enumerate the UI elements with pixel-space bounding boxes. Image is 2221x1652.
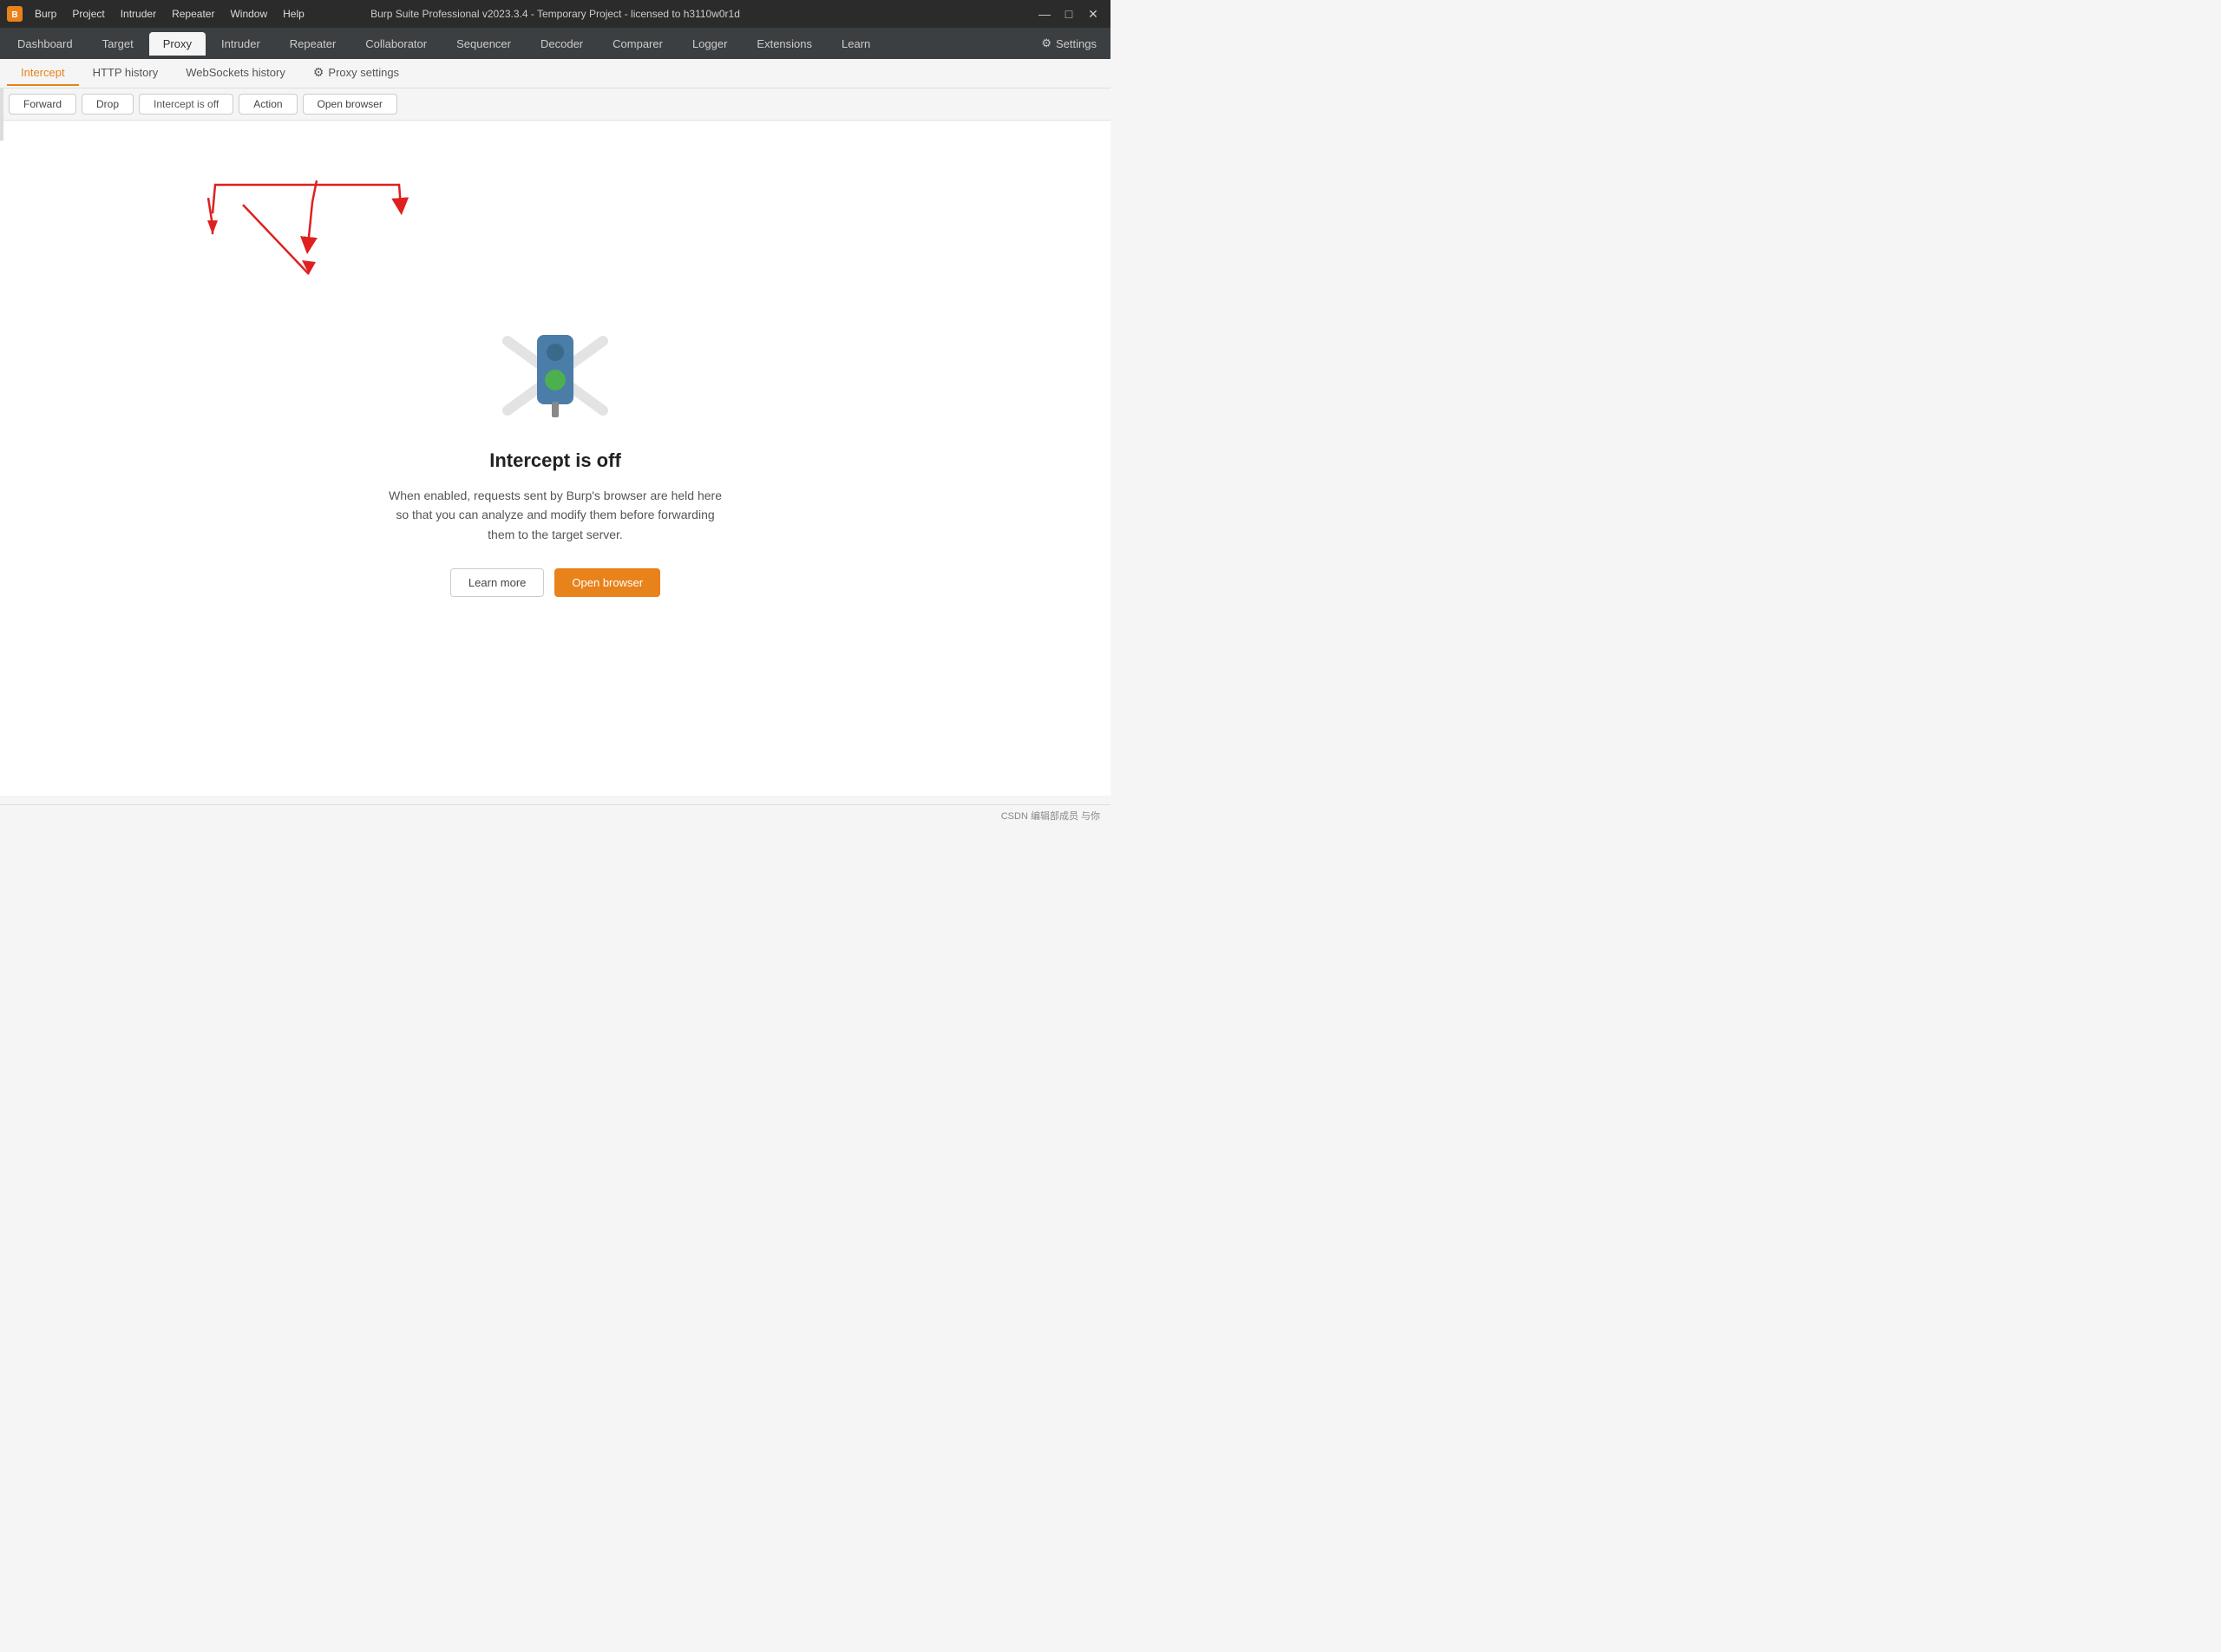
app-title: Burp Suite Professional v2023.3.4 - Temp…	[370, 8, 740, 20]
title-menu-item-help[interactable]: Help	[276, 6, 311, 22]
main-tab-comparer[interactable]: Comparer	[599, 32, 677, 56]
burp-logo: B	[7, 6, 23, 22]
main-tab-repeater[interactable]: Repeater	[276, 32, 350, 56]
main-tab-target[interactable]: Target	[88, 32, 147, 56]
main-tab-extensions[interactable]: Extensions	[743, 32, 826, 56]
title-menu-item-repeater[interactable]: Repeater	[165, 6, 221, 22]
title-bar: B BurpProjectIntruderRepeaterWindowHelp …	[0, 0, 1110, 28]
arrow-proxy-settings	[207, 198, 218, 234]
drop-button[interactable]: Drop	[82, 94, 134, 115]
arrow-intercept	[243, 205, 316, 274]
action-button[interactable]: Action	[239, 94, 297, 115]
learn-more-button[interactable]: Learn more	[450, 568, 544, 597]
intercept-description: When enabled, requests sent by Burp's br…	[389, 486, 722, 544]
toolbar: Forward Drop Intercept is off Action Ope…	[0, 88, 1110, 121]
title-menu-item-project[interactable]: Project	[65, 6, 111, 22]
content-area: Intercept is off When enabled, requests …	[0, 121, 1110, 796]
title-menu-item-burp[interactable]: Burp	[28, 6, 63, 22]
main-tab-dashboard[interactable]: Dashboard	[3, 32, 87, 56]
close-button[interactable]: ✕	[1083, 5, 1104, 23]
settings-tab[interactable]: ⚙ Settings	[1031, 31, 1107, 56]
sub-tab-label: Proxy settings	[328, 66, 399, 79]
main-tab-logger[interactable]: Logger	[678, 32, 741, 56]
maximize-button[interactable]: □	[1058, 5, 1079, 23]
title-menu-item-intruder[interactable]: Intruder	[114, 6, 163, 22]
minimize-button[interactable]: —	[1034, 5, 1055, 23]
svg-text:B: B	[11, 10, 17, 20]
intercept-toggle-button[interactable]: Intercept is off	[139, 94, 233, 115]
main-tab-proxy[interactable]: Proxy	[149, 32, 206, 56]
intercept-off-title: Intercept is off	[389, 449, 722, 472]
status-text: CSDN 编辑部成员 与你	[1001, 811, 1100, 822]
main-tab-collaborator[interactable]: Collaborator	[351, 32, 441, 56]
open-browser-toolbar-button[interactable]: Open browser	[303, 94, 397, 115]
main-tab-learn[interactable]: Learn	[828, 32, 884, 56]
sub-tab-label: WebSockets history	[186, 66, 285, 79]
sub-tab-label: HTTP history	[93, 66, 159, 79]
settings-label: Settings	[1056, 37, 1097, 50]
title-bar-menu: BurpProjectIntruderRepeaterWindowHelp	[28, 6, 311, 22]
main-tab-sequencer[interactable]: Sequencer	[442, 32, 525, 56]
sub-tab-label: Intercept	[21, 66, 65, 79]
main-tab-intruder[interactable]: Intruder	[207, 32, 274, 56]
title-menu-item-window[interactable]: Window	[223, 6, 274, 22]
window-controls: — □ ✕	[1034, 5, 1104, 23]
open-browser-center-button[interactable]: Open browser	[554, 568, 660, 597]
sub-tab-http-history[interactable]: HTTP history	[79, 61, 173, 86]
proxy-settings-gear-icon: ⚙	[313, 65, 324, 80]
left-edge-panel	[0, 88, 3, 141]
sub-tab-intercept[interactable]: Intercept	[7, 61, 79, 86]
sub-tab-proxy-settings[interactable]: ⚙ Proxy settings	[299, 60, 413, 87]
settings-gear-icon: ⚙	[1041, 36, 1052, 50]
title-bar-left: B BurpProjectIntruderRepeaterWindowHelp	[7, 6, 311, 22]
main-tab-decoder[interactable]: Decoder	[527, 32, 597, 56]
center-text-block: Intercept is off When enabled, requests …	[389, 449, 722, 597]
forward-button[interactable]: Forward	[9, 94, 76, 115]
sub-tab-websockets-history[interactable]: WebSockets history	[172, 61, 299, 86]
main-menu-bar: DashboardTargetProxyIntruderRepeaterColl…	[0, 28, 1110, 59]
center-buttons: Learn more Open browser	[389, 568, 722, 597]
intercept-icon	[499, 319, 612, 432]
sub-tab-bar: Intercept HTTP history WebSockets history ⚙…	[0, 59, 1110, 88]
status-bar: CSDN 编辑部成员 与你	[0, 804, 1110, 826]
